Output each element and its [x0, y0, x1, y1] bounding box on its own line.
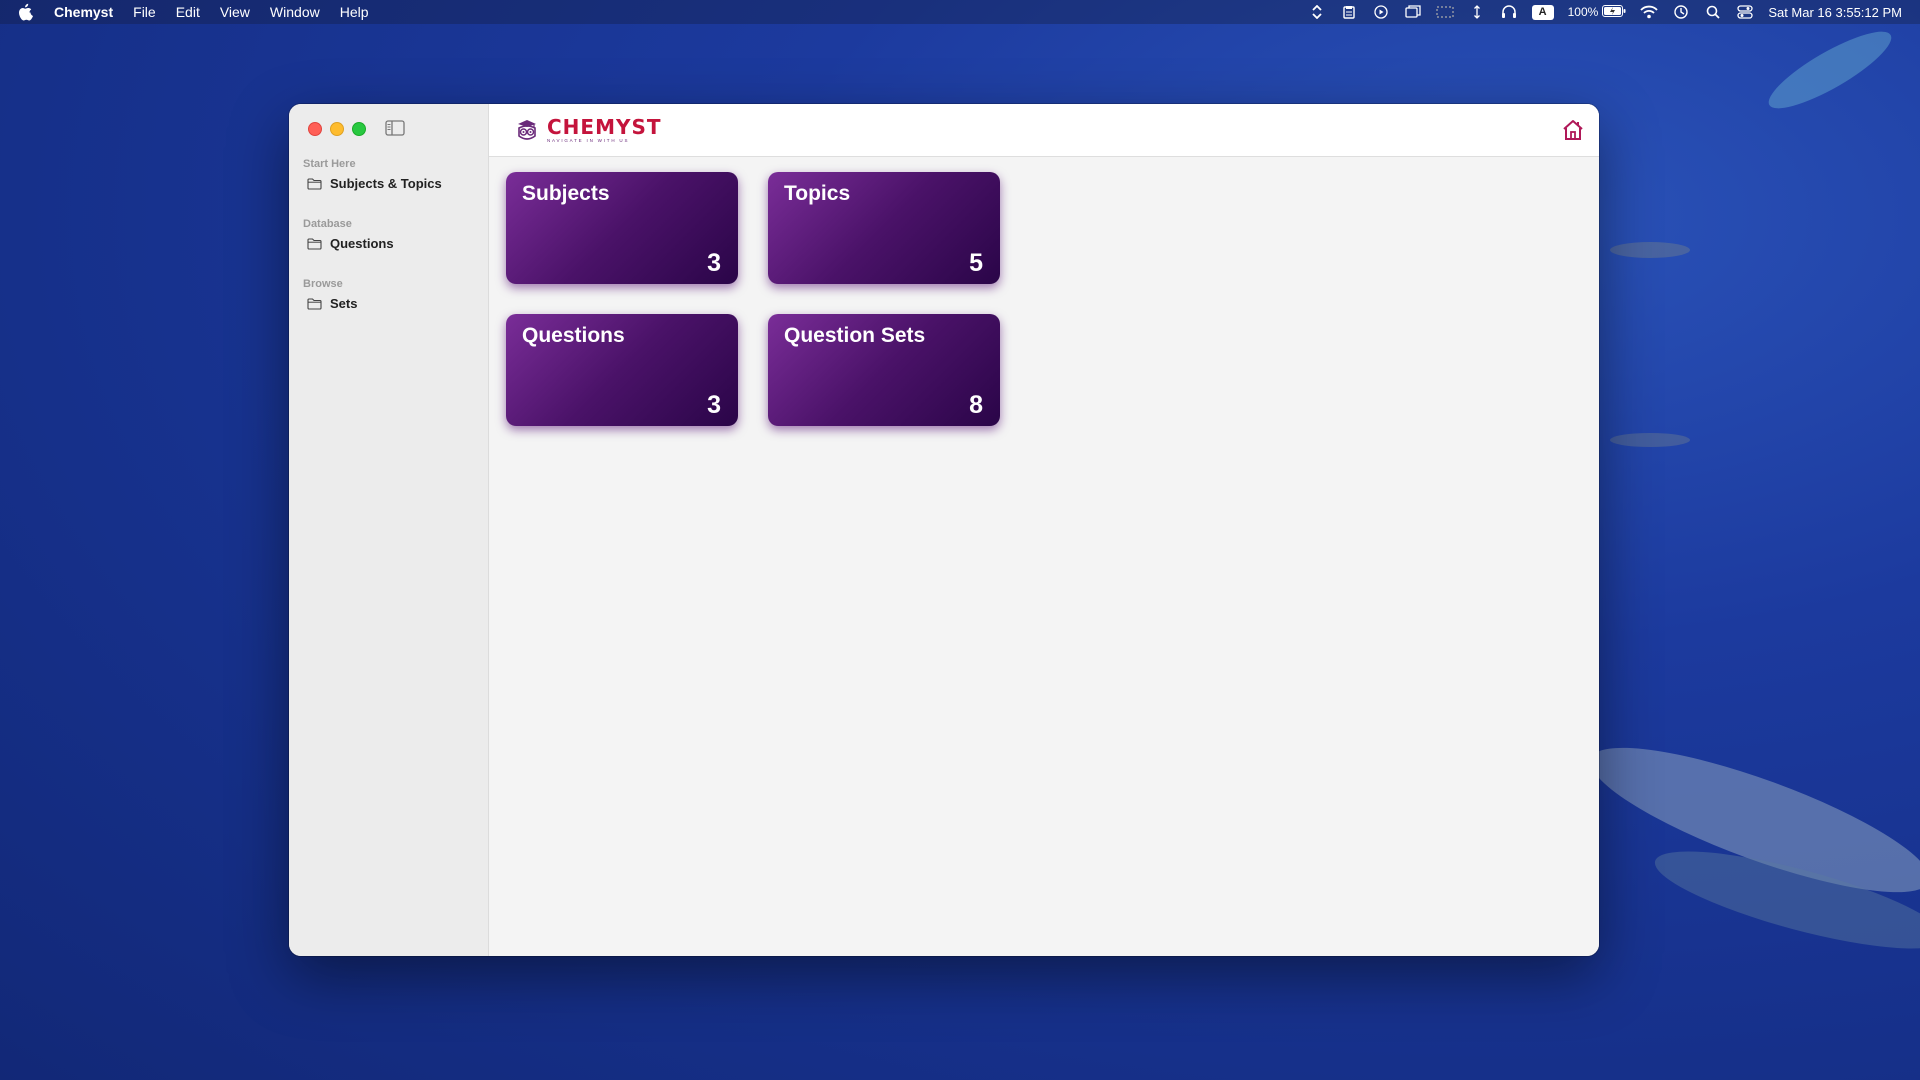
input-source-label: A [1538, 6, 1547, 18]
input-source-icon[interactable]: A [1531, 4, 1554, 20]
folder-icon [307, 237, 322, 250]
folder-icon [307, 297, 322, 310]
battery-icon[interactable] [1602, 4, 1626, 20]
menu-bar: Chemyst File Edit View Window Help A 100… [0, 0, 1920, 24]
sidebar-item-label: Sets [330, 296, 358, 311]
sidebar-item-label: Subjects & Topics [330, 176, 442, 191]
card-count: 3 [707, 249, 721, 277]
wifi-icon[interactable] [1640, 5, 1658, 19]
logo-tagline: NAVIGATE IN WITH US [547, 137, 630, 143]
card-questions[interactable]: Questions 3 [506, 314, 738, 426]
clipboard-icon[interactable] [1340, 5, 1358, 19]
app-logo: CHEMYST NAVIGATE IN WITH US [513, 116, 662, 144]
card-title: Questions [522, 324, 625, 347]
sidebar-item-subjects-topics[interactable]: Subjects & Topics [303, 176, 442, 191]
app-window: Start Here Subjects & Topics Database Qu… [289, 104, 1599, 956]
window-controls [308, 122, 366, 136]
headphones-icon[interactable] [1500, 5, 1518, 19]
card-title: Question Sets [784, 324, 926, 347]
card-question-sets[interactable]: Question Sets 8 [768, 314, 1000, 426]
apple-icon[interactable] [18, 3, 38, 21]
sync-arrows-icon[interactable] [1308, 5, 1326, 19]
minimize-button[interactable] [330, 122, 344, 136]
time-machine-icon[interactable] [1672, 5, 1690, 19]
menu-help[interactable]: Help [340, 4, 369, 20]
sidebar-heading: Start Here [303, 158, 356, 170]
screen-dashed-icon[interactable] [1436, 5, 1454, 19]
menu-file[interactable]: File [133, 4, 156, 20]
logo-name: CHEMYST [547, 114, 662, 139]
sidebar-section-browse: Browse Sets [303, 278, 357, 311]
sidebar-item-label: Questions [330, 236, 394, 251]
card-count: 3 [707, 391, 721, 419]
card-subjects[interactable]: Subjects 3 [506, 172, 738, 284]
windows-icon[interactable] [1404, 5, 1422, 19]
vertical-arrows-icon[interactable] [1468, 5, 1486, 19]
card-topics[interactable]: Topics 5 [768, 172, 1000, 284]
folder-icon [307, 177, 322, 190]
menu-window[interactable]: Window [270, 4, 320, 20]
sidebar: Start Here Subjects & Topics Database Qu… [289, 104, 489, 956]
home-icon[interactable] [1561, 118, 1585, 142]
top-bar: CHEMYST NAVIGATE IN WITH US [489, 104, 1599, 157]
menu-view[interactable]: View [220, 4, 250, 20]
dashboard-cards: Subjects 3 Topics 5 Questions 3 Question… [506, 172, 1000, 426]
sidebar-heading: Database [303, 218, 352, 230]
battery-percent: 100% [1567, 5, 1599, 19]
card-title: Subjects [522, 182, 610, 205]
sidebar-item-sets[interactable]: Sets [303, 296, 357, 311]
sidebar-item-questions[interactable]: Questions [303, 236, 394, 251]
sidebar-section-database: Database Questions [303, 218, 394, 251]
menubar-app-name[interactable]: Chemyst [54, 4, 113, 20]
menubar-clock[interactable]: Sat Mar 16 3:55:12 PM [1768, 5, 1902, 20]
owl-logo-icon [518, 120, 536, 140]
control-center-icon[interactable] [1736, 5, 1754, 19]
sidebar-heading: Browse [303, 278, 343, 290]
play-circle-icon[interactable] [1372, 5, 1390, 19]
card-count: 8 [969, 391, 983, 419]
close-button[interactable] [308, 122, 322, 136]
sidebar-toggle-icon[interactable] [385, 120, 405, 136]
card-title: Topics [784, 182, 851, 205]
search-icon[interactable] [1704, 5, 1722, 19]
zoom-button[interactable] [352, 122, 366, 136]
main-content: CHEMYST NAVIGATE IN WITH US Subjects 3 T… [489, 104, 1599, 956]
card-count: 5 [969, 249, 983, 277]
menu-edit[interactable]: Edit [176, 4, 200, 20]
sidebar-section-start-here: Start Here Subjects & Topics [303, 158, 442, 191]
